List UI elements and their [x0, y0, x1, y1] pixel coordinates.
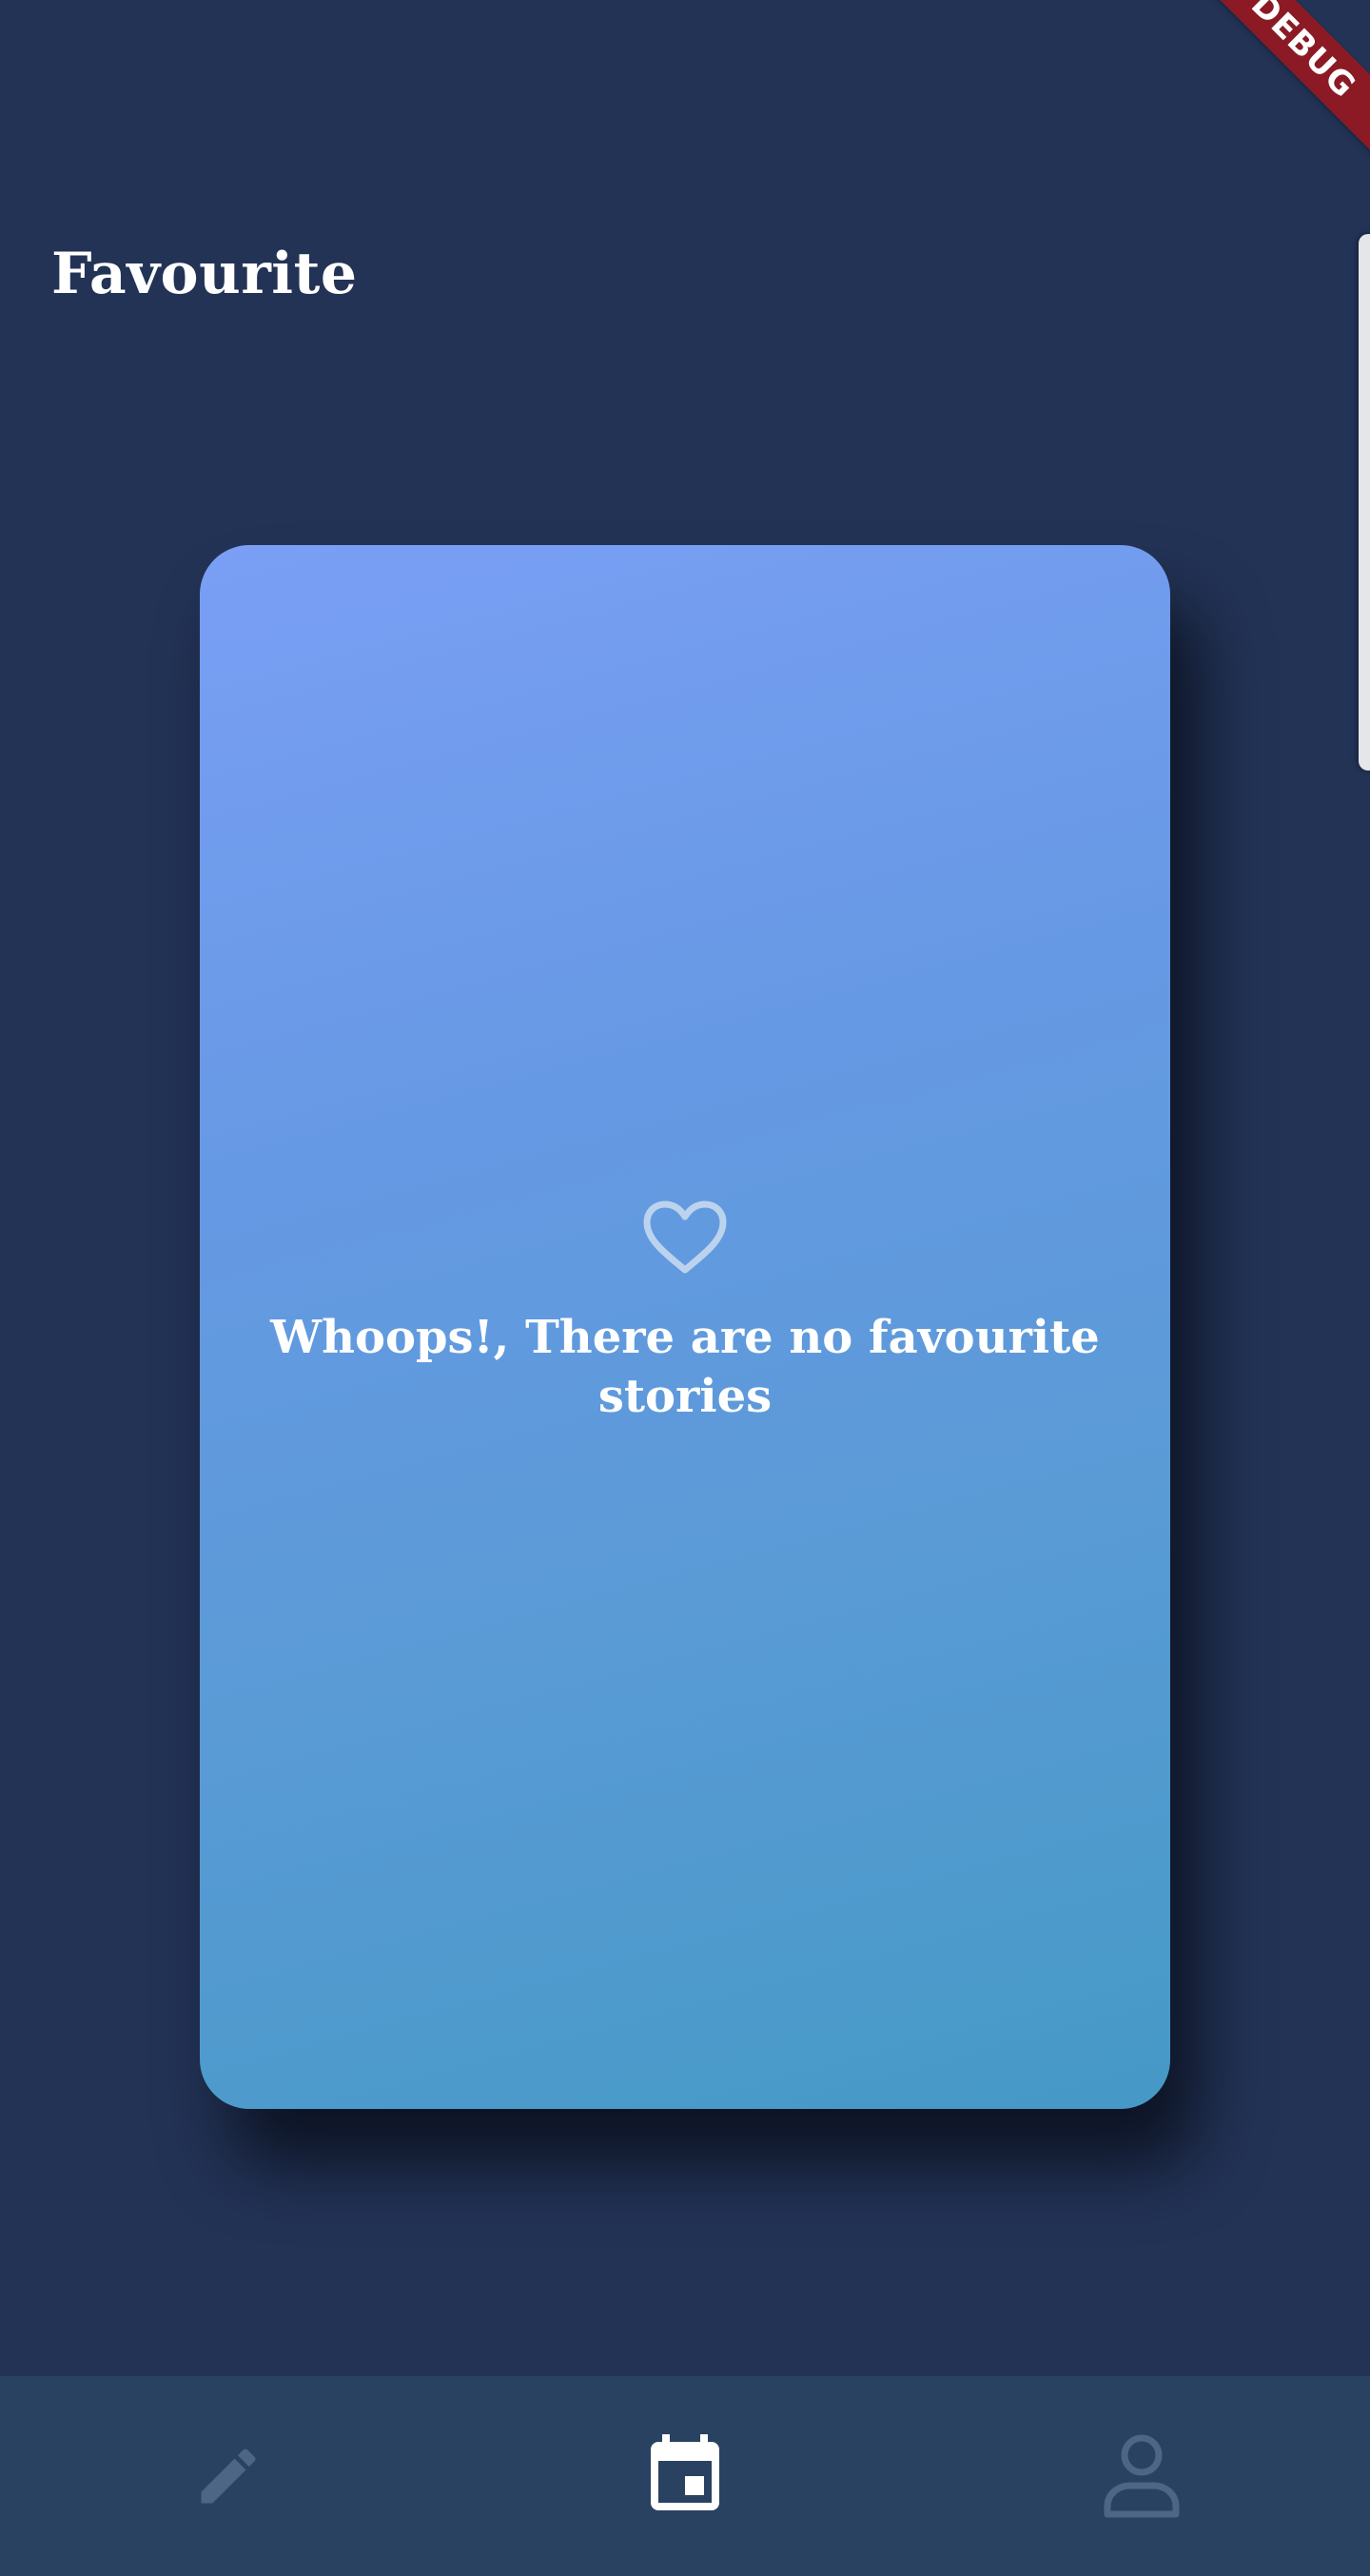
- nav-item-profile[interactable]: [1066, 2400, 1218, 2552]
- pencil-icon: [201, 2449, 256, 2504]
- side-drawer-handle[interactable]: [1359, 234, 1370, 771]
- debug-banner: DEBUG: [1190, 0, 1370, 159]
- empty-state: Whoops!, There are no favourite stories: [200, 1200, 1170, 1426]
- nav-item-calendar[interactable]: [609, 2400, 761, 2552]
- page-title: Favourite: [51, 241, 358, 307]
- nav-item-write[interactable]: [152, 2400, 304, 2552]
- calendar-icon: [651, 2434, 719, 2510]
- heart-outline-icon: [643, 1200, 727, 1274]
- story-card: Whoops!, There are no favourite stories: [200, 545, 1170, 2109]
- person-icon: [1104, 2434, 1180, 2518]
- bottom-navigation-bar: [0, 2376, 1370, 2576]
- empty-state-message: Whoops!, There are no favourite stories: [270, 1311, 1100, 1423]
- favourite-screen: Favourite DEBUG Whoops!, There are no fa…: [0, 0, 1370, 2576]
